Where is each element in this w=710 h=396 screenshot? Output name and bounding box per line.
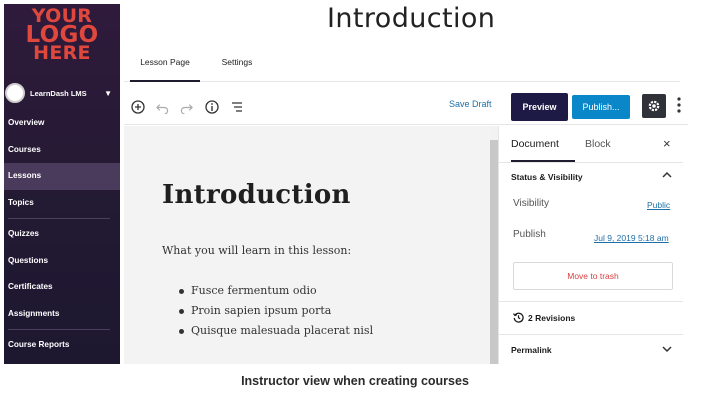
editor-toolbar: Save Draft Preview Publish... (124, 87, 688, 125)
tab-lesson-page[interactable]: Lesson Page (130, 42, 200, 82)
caret-down-icon[interactable]: ▼ (104, 89, 112, 98)
brand-switcher[interactable]: LearnDash LMS ▼ (4, 82, 120, 104)
lesson-bullet-list[interactable]: Fusce fermentum odio Proin sapien ipsum … (176, 284, 373, 344)
post-title[interactable]: Introduction (162, 180, 351, 210)
chevron-up-icon[interactable] (662, 171, 672, 181)
brand-name: LearnDash LMS (30, 88, 87, 98)
sidebar-item-overview[interactable]: Overview (4, 110, 120, 137)
revisions-icon (513, 312, 524, 323)
list-view-icon[interactable] (229, 99, 245, 115)
image-caption: Instructor view when creating courses (241, 374, 469, 388)
gear-icon (648, 100, 660, 112)
revisions-label: 2 Revisions (528, 312, 576, 323)
editor-tabs: Lesson Page Settings (124, 42, 680, 82)
preview-button[interactable]: Preview (511, 93, 568, 121)
logo: YOUR LOGO HERE (4, 7, 120, 64)
page-title: Introduction (327, 3, 496, 34)
chevron-down-icon[interactable] (662, 345, 672, 355)
status-visibility-heading[interactable]: Status & Visibility (511, 172, 583, 182)
revisions-link[interactable]: 2 Revisions (513, 312, 575, 323)
divider (499, 334, 683, 335)
publish-button[interactable]: Publish... (572, 95, 630, 119)
sidebar-divider (8, 329, 110, 330)
divider (499, 301, 683, 302)
list-item: Quisque malesuada placerat nisl (176, 324, 373, 344)
logo-line-3: HERE (33, 42, 91, 64)
scrollbar-thumb[interactable] (490, 140, 498, 364)
add-block-icon[interactable] (130, 99, 146, 115)
settings-panel: Document Block × Status & Visibility Vis… (498, 126, 683, 364)
publish-label: Publish (513, 229, 546, 240)
sidebar-item-questions[interactable]: Questions (4, 248, 120, 275)
undo-icon[interactable] (154, 99, 170, 115)
tab-document[interactable]: Document (511, 126, 575, 162)
admin-sidebar: YOUR LOGO HERE LearnDash LMS ▼ Overview … (4, 4, 120, 364)
tab-settings[interactable]: Settings (212, 42, 262, 82)
brand-avatar (5, 83, 25, 103)
redo-icon[interactable] (178, 99, 194, 115)
publish-date-link[interactable]: Jul 9, 2019 5:18 am (594, 233, 669, 243)
sidebar-divider (8, 218, 110, 219)
intro-paragraph[interactable]: What you will learn in this lesson: (162, 244, 351, 257)
save-draft-button[interactable]: Save Draft (449, 99, 492, 109)
tab-block[interactable]: Block (585, 126, 611, 162)
close-icon[interactable]: × (663, 136, 671, 151)
list-item: Fusce fermentum odio (176, 284, 373, 304)
info-icon[interactable] (204, 99, 220, 115)
sidebar-item-course-reports[interactable]: Course Reports (4, 332, 120, 359)
sidebar-item-courses[interactable]: Courses (4, 137, 120, 164)
sidebar-item-topics[interactable]: Topics (4, 190, 120, 217)
sidebar-nav: Overview Courses Lessons Topics Quizzes … (4, 110, 120, 359)
sidebar-item-assignments[interactable]: Assignments (4, 301, 120, 328)
sidebar-item-lessons[interactable]: Lessons (4, 163, 120, 190)
screenshot-root: YOUR LOGO HERE LearnDash LMS ▼ Overview … (0, 0, 710, 396)
permalink-heading[interactable]: Permalink (511, 345, 552, 355)
visibility-link[interactable]: Public (647, 200, 670, 210)
list-item: Proin sapien ipsum porta (176, 304, 373, 324)
settings-gear-button[interactable] (642, 94, 666, 118)
sidebar-item-certificates[interactable]: Certificates (4, 274, 120, 301)
move-to-trash-button[interactable]: Move to trash (513, 262, 673, 290)
visibility-label: Visibility (513, 198, 549, 209)
divider (499, 162, 683, 163)
sidebar-item-quizzes[interactable]: Quizzes (4, 221, 120, 248)
more-vertical-icon[interactable] (677, 97, 683, 115)
